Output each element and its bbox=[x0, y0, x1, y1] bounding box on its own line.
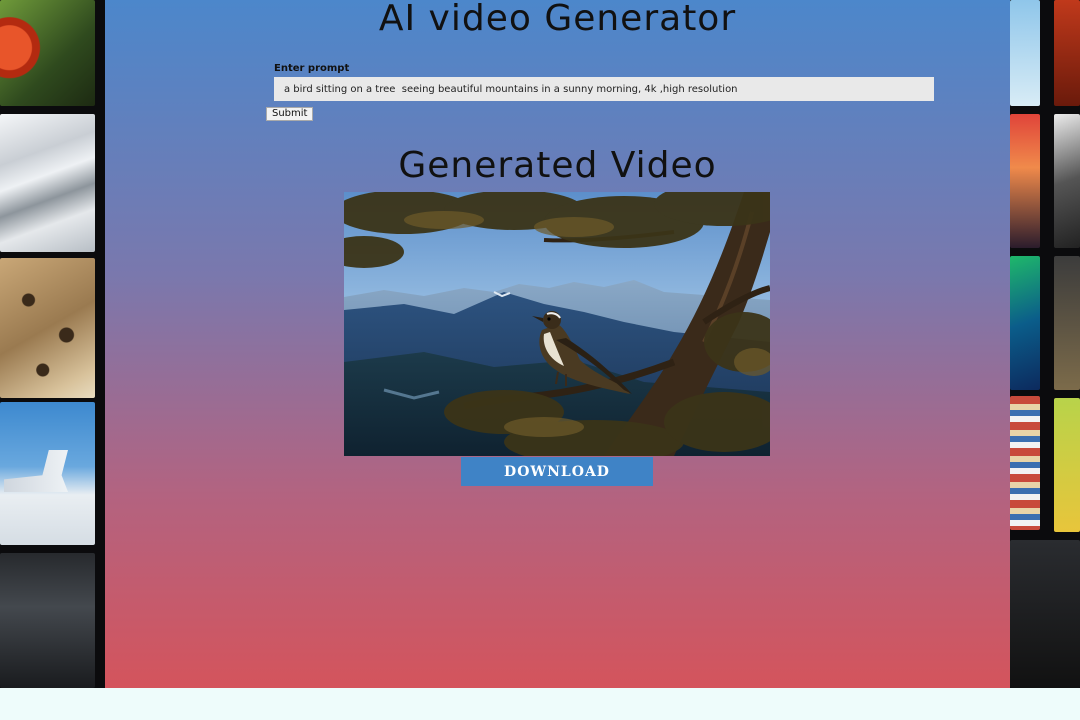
wall-thumbnail bbox=[1054, 398, 1080, 532]
wall-thumbnail bbox=[1010, 114, 1040, 248]
wall-thumbnail bbox=[0, 114, 95, 252]
wall-thumbnail bbox=[0, 0, 95, 106]
prompt-input[interactable] bbox=[274, 77, 934, 101]
wall-thumbnail bbox=[0, 402, 95, 545]
wall-thumbnail bbox=[0, 553, 95, 688]
page-title: AI video Generator bbox=[378, 0, 737, 39]
wall-thumbnail bbox=[1054, 114, 1080, 248]
wall-thumbnail bbox=[1010, 396, 1040, 530]
wall-thumbnail bbox=[1054, 0, 1080, 106]
left-decorative-wall bbox=[0, 0, 105, 688]
main-panel: AI video Generator Enter prompt Submit G… bbox=[105, 0, 1010, 688]
wall-thumbnail bbox=[0, 258, 95, 398]
generated-video[interactable] bbox=[344, 192, 770, 456]
right-decorative-wall bbox=[1010, 0, 1080, 688]
wall-thumbnail bbox=[1054, 256, 1080, 390]
wall-thumbnail bbox=[1010, 540, 1080, 688]
wall-thumbnail bbox=[1010, 0, 1040, 106]
generated-video-heading: Generated Video bbox=[398, 145, 717, 186]
wall-thumbnail bbox=[1010, 256, 1040, 390]
video-thumbnail-image bbox=[344, 192, 770, 456]
submit-button[interactable]: Submit bbox=[266, 107, 314, 121]
prompt-label: Enter prompt bbox=[274, 63, 350, 74]
download-button[interactable]: DOWNLOAD bbox=[461, 457, 653, 486]
